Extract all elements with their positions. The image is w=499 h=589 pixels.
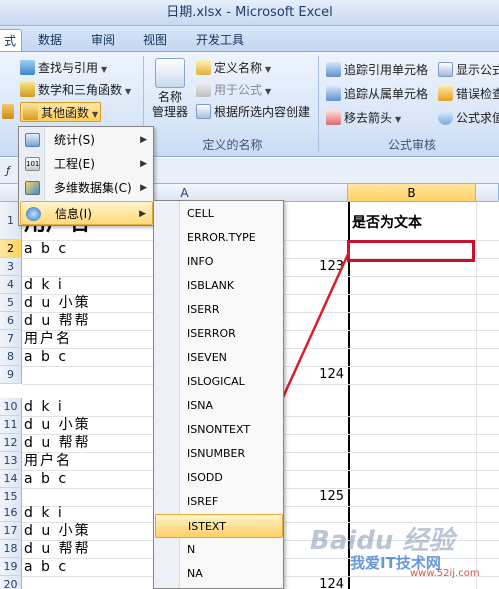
submenu-item-cell[interactable]: CELL: [155, 202, 283, 226]
info-icon: [26, 207, 41, 221]
menu-item-engineering[interactable]: 101 工程(E) ▶: [20, 152, 153, 176]
submenu-item-na[interactable]: NA: [155, 562, 283, 586]
menu-item-statistical[interactable]: 统计(S) ▶: [20, 128, 153, 152]
menu-item-cube[interactable]: 多维数据集(C) ▶: [20, 176, 153, 200]
chevron-right-icon: ▶: [139, 209, 146, 219]
cube-icon: [25, 181, 40, 195]
other-functions-menu: 统计(S) ▶ 101 工程(E) ▶ 多维数据集(C) ▶ 信息(I) ▶: [18, 126, 154, 226]
submenu-item-isblank[interactable]: ISBLANK: [155, 274, 283, 298]
submenu-item-isodd[interactable]: ISODD: [155, 466, 283, 490]
submenu-item-isnontext[interactable]: ISNONTEXT: [155, 418, 283, 442]
submenu-item-islogical[interactable]: ISLOGICAL: [155, 370, 283, 394]
submenu-item-iserror[interactable]: ISERROR: [155, 322, 283, 346]
chevron-right-icon: ▶: [140, 135, 147, 145]
information-functions-submenu: CELL ERROR.TYPE INFO ISBLANK ISERR ISERROR ISE…: [153, 200, 284, 589]
submenu-item-info[interactable]: INFO: [155, 250, 283, 274]
chart-icon: [25, 133, 40, 147]
watermark: Baidu 经验 我爱IT技术网 www.52ij.com: [310, 526, 480, 579]
submenu-item-istext[interactable]: ISTEXT: [155, 514, 283, 538]
submenu-item-n[interactable]: N: [155, 538, 283, 562]
menu-item-information[interactable]: 信息(I) ▶: [20, 201, 153, 225]
chevron-right-icon: ▶: [140, 159, 147, 169]
submenu-item-isnumber[interactable]: ISNUMBER: [155, 442, 283, 466]
submenu-item-isref[interactable]: ISREF: [155, 490, 283, 514]
submenu-item-iseven[interactable]: ISEVEN: [155, 346, 283, 370]
chevron-right-icon: ▶: [140, 183, 147, 193]
submenu-item-error-type[interactable]: ERROR.TYPE: [155, 226, 283, 250]
engineering-icon: 101: [25, 157, 40, 171]
submenu-item-isna[interactable]: ISNA: [155, 394, 283, 418]
submenu-item-iserr[interactable]: ISERR: [155, 298, 283, 322]
